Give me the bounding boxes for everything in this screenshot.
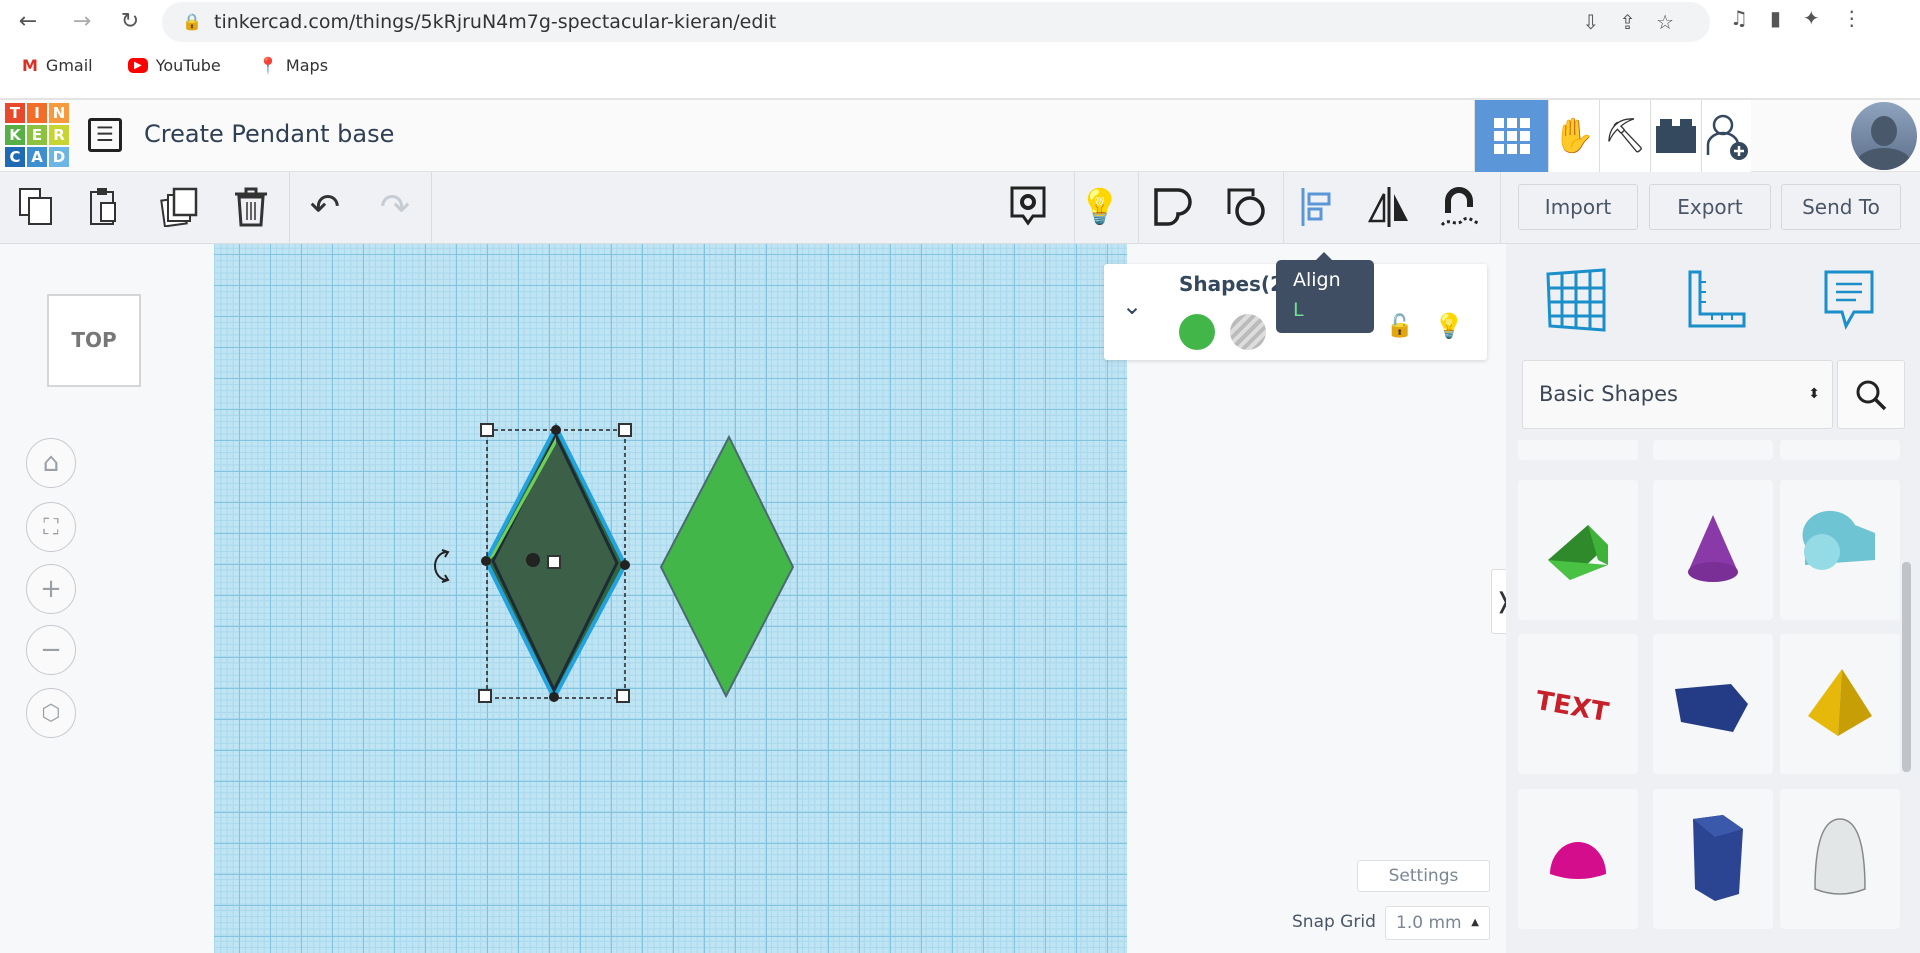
- shape-tile-text[interactable]: TEXT: [1518, 634, 1638, 774]
- shape-tile-half-cylinder[interactable]: [1780, 480, 1900, 620]
- shape-tile-roof[interactable]: [1518, 480, 1638, 620]
- tooltip-title: Align: [1293, 269, 1374, 291]
- ruler-icon[interactable]: [1684, 268, 1748, 332]
- notes-icon[interactable]: [1820, 268, 1880, 332]
- shape-tile-polygon[interactable]: [1653, 789, 1773, 929]
- hole-button[interactable]: [1230, 314, 1266, 350]
- search-icon: [1854, 378, 1888, 412]
- settings-button[interactable]: Settings: [1357, 860, 1490, 892]
- shape-tile-wedge[interactable]: [1653, 634, 1773, 774]
- snap-grid-value: 1.0 mm: [1396, 913, 1462, 933]
- solid-color-button[interactable]: [1179, 314, 1215, 350]
- shape-tile-paraboloid[interactable]: [1780, 789, 1900, 929]
- library-scrollbar[interactable]: [1902, 562, 1911, 772]
- shape-tile-half-sphere[interactable]: [1518, 789, 1638, 929]
- collapse-inspector-icon[interactable]: ⌄: [1122, 292, 1142, 320]
- hide-lightbulb-icon[interactable]: 💡: [1434, 312, 1464, 340]
- shape-category-select[interactable]: Basic Shapes ⬍: [1522, 360, 1833, 429]
- align-tooltip: Align L: [1276, 260, 1374, 333]
- shape-tile-pyramid[interactable]: [1780, 634, 1900, 774]
- caret-up-icon: ▲: [1471, 907, 1479, 939]
- snap-grid-select[interactable]: 1.0 mm ▲: [1385, 906, 1490, 940]
- workplane-icon[interactable]: [1544, 268, 1608, 332]
- shape-tile-cone[interactable]: [1653, 480, 1773, 620]
- shapes-library-panel: Basic Shapes ⬍ TEXT: [1506, 244, 1920, 953]
- tooltip-shortcut: L: [1293, 299, 1374, 321]
- lock-icon[interactable]: 🔓: [1386, 314, 1413, 339]
- search-shapes-button[interactable]: [1837, 360, 1905, 429]
- snap-grid-label: Snap Grid: [1292, 912, 1376, 932]
- sort-arrows-icon: ⬍: [1808, 361, 1820, 428]
- diamond-shape[interactable]: [661, 437, 793, 696]
- category-label: Basic Shapes: [1539, 382, 1678, 406]
- svg-text:TEXT: TEXT: [1533, 686, 1611, 728]
